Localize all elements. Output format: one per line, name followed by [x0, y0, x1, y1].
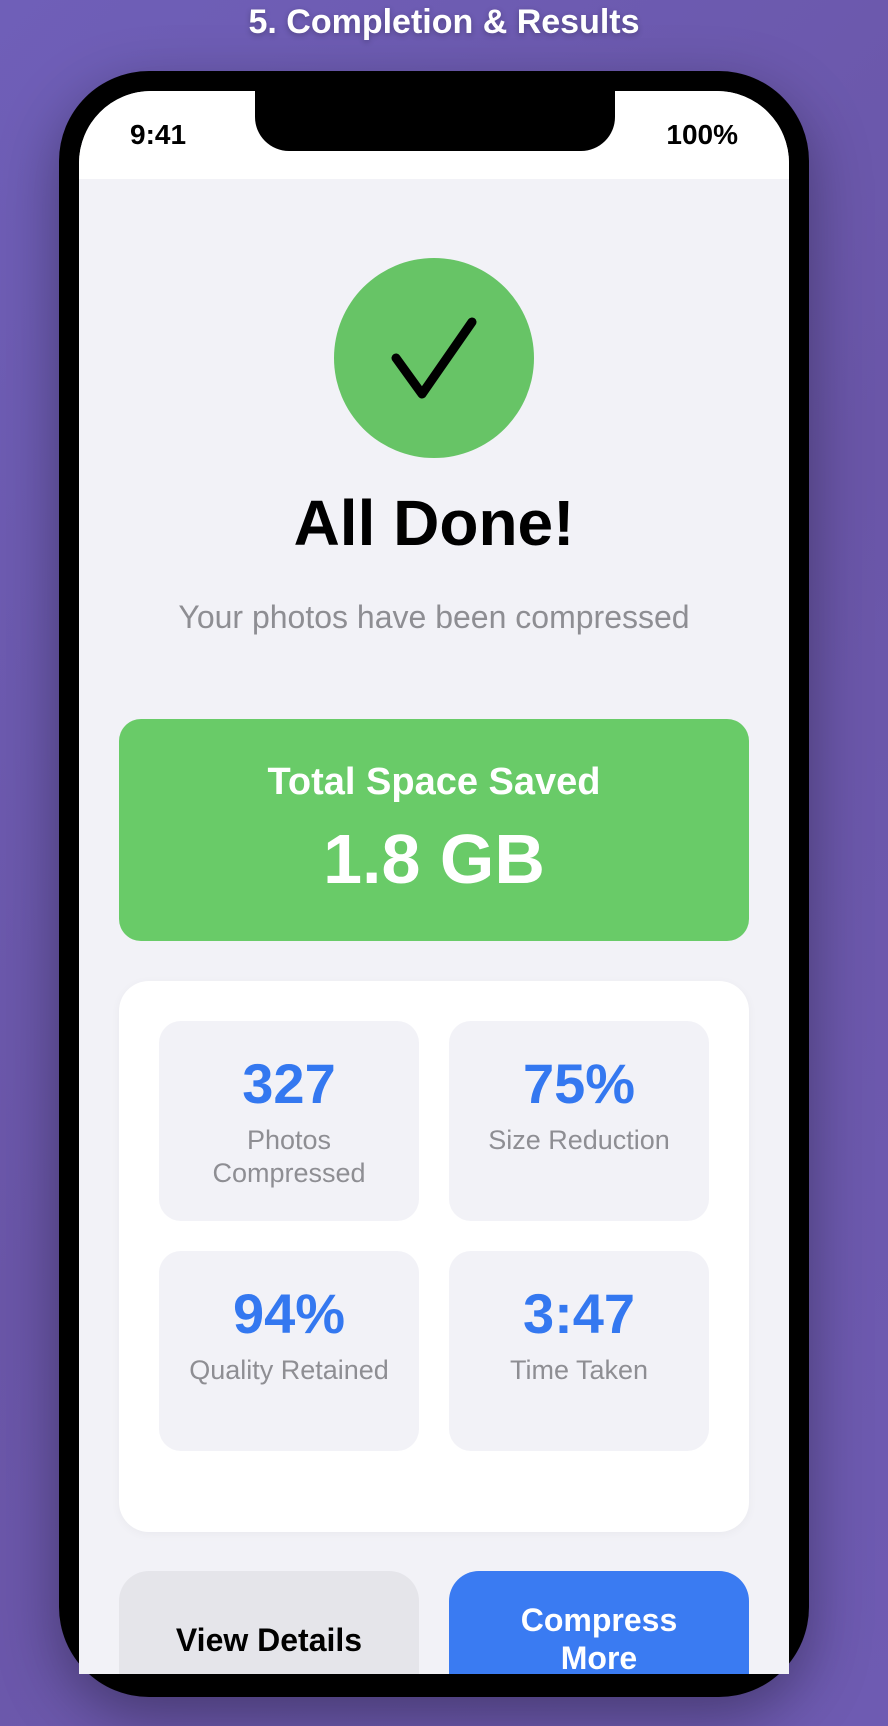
compress-more-button[interactable]: Compress More — [449, 1571, 749, 1674]
view-details-button[interactable]: View Details — [119, 1571, 419, 1674]
stat-label: Photos Compressed — [212, 1125, 366, 1188]
checkmark-icon — [391, 317, 477, 399]
stats-card: 327 Photos Compressed 75% Size Reduction… — [119, 981, 749, 1532]
stat-value: 327 — [242, 1052, 336, 1115]
stat-value: 75% — [522, 1052, 636, 1115]
space-saved-card: Total Space Saved 1.8 GB — [119, 719, 749, 941]
stat-value: 3:47 — [522, 1282, 636, 1345]
stat-label: Time Taken — [509, 1355, 649, 1385]
page-title: 5. Completion & Results — [248, 3, 640, 41]
result-subtitle: Your photos have been compressed — [178, 599, 690, 635]
phone-frame: 9:41 100% All Done! Your photos have bee… — [59, 71, 809, 1697]
stat-quality-retained: 94% Quality Retained — [159, 1251, 419, 1451]
space-saved-label: Total Space Saved — [267, 761, 601, 803]
space-saved-value: 1.8 GB — [323, 820, 545, 898]
stat-size-reduction: 75% Size Reduction — [449, 1021, 709, 1221]
notch — [255, 91, 615, 151]
status-time: 9:41 — [130, 119, 187, 150]
view-details-label: View Details — [175, 1622, 363, 1658]
success-badge — [334, 258, 534, 458]
status-bar: 9:41 100% — [79, 91, 789, 179]
stat-label: Quality Retained — [189, 1355, 389, 1385]
stat-label: Size Reduction — [488, 1125, 670, 1155]
app-screen: 9:41 100% All Done! Your photos have bee… — [79, 91, 789, 1674]
compress-more-label: Compress More — [520, 1602, 678, 1674]
result-title: All Done! — [293, 487, 575, 559]
battery-level: 100% — [666, 119, 738, 150]
stat-photos-compressed: 327 Photos Compressed — [159, 1021, 419, 1221]
stat-time-taken: 3:47 Time Taken — [449, 1251, 709, 1451]
stat-value: 94% — [232, 1282, 346, 1345]
